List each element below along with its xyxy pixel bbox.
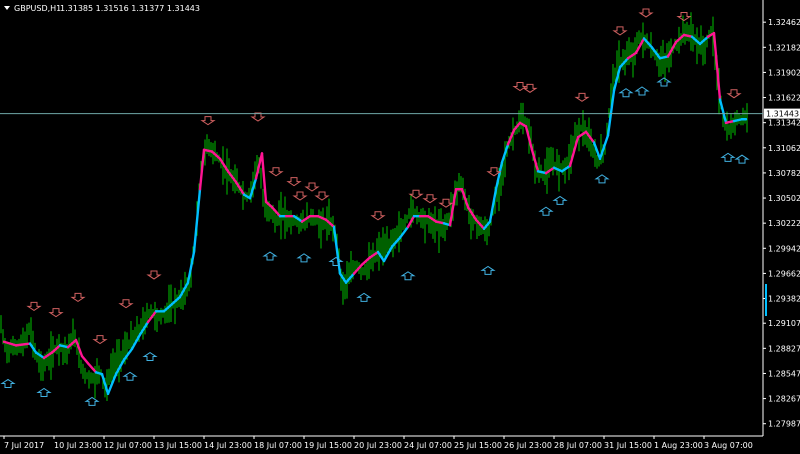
price-scale-label: 1.30222: [768, 219, 800, 228]
time-axis-label: 13 Jul 15:00: [154, 441, 202, 450]
buy-arrow-icon: [720, 152, 736, 162]
sell-arrow-icon: [268, 167, 284, 177]
buy-arrow-icon: [142, 351, 158, 362]
sell-arrow-icon: [70, 292, 86, 303]
buy-arrow-icon: [634, 86, 650, 96]
time-axis-label: 19 Jul 15:00: [304, 441, 352, 450]
sell-arrow-icon: [422, 194, 438, 204]
sell-arrow-icon: [438, 198, 454, 208]
buy-arrow-icon: [328, 256, 344, 266]
buy-arrow-icon: [480, 265, 496, 275]
price-scale-label: 1.31062: [768, 144, 800, 153]
sell-arrow-icon: [146, 270, 162, 280]
price-scale-label: 1.31622: [768, 94, 800, 103]
buy-arrow-icon: [84, 396, 100, 406]
price-scale-label: 1.29382: [768, 295, 800, 304]
signal-line-up-segment: [192, 188, 202, 254]
buy-arrow-icon: [594, 174, 610, 184]
sell-arrow-icon: [522, 83, 538, 93]
buy-arrow-icon: [734, 154, 750, 164]
signal-line-down-segment: [14, 342, 32, 347]
time-axis-label: 10 Jul 23:00: [54, 441, 102, 450]
signal-line-down-segment: [2, 340, 18, 347]
price-scale-label: 1.32462: [768, 18, 800, 27]
buy-arrow-icon: [552, 195, 568, 205]
time-axis-label: 1 Aug 23:00: [654, 441, 703, 450]
sell-arrow-icon: [200, 116, 216, 126]
buy-arrow-icon: [656, 77, 672, 87]
sell-arrow-icon: [638, 8, 654, 18]
sell-arrow-icon: [512, 82, 528, 92]
buy-arrow-icon: [0, 378, 16, 388]
time-axis-label: 18 Jul 07:00: [254, 441, 302, 450]
time-axis-label: 25 Jul 15:00: [454, 441, 502, 450]
sell-arrow-icon: [26, 301, 42, 311]
sell-arrow-icon: [408, 189, 424, 199]
sell-arrow-icon: [48, 308, 64, 318]
buy-arrow-icon: [618, 88, 634, 98]
dropdown-triangle-icon[interactable]: [4, 6, 10, 10]
buy-arrow-icon: [262, 251, 278, 261]
sell-arrow-icon: [726, 89, 742, 99]
symbol-timeframe: GBPUSD,H1: [14, 4, 61, 13]
price-scale-label: 1.28267: [768, 395, 800, 404]
buy-arrow-icon: [36, 387, 52, 397]
price-scale-label: 1.29107: [768, 319, 800, 328]
price-scale-label: 1.32182: [768, 43, 800, 52]
ohlc-values: 1.31385 1.31516 1.31377 1.31443: [60, 4, 200, 13]
sell-arrow-icon: [370, 211, 386, 221]
price-chart[interactable]: 1.31443 1.32462 1.32182 1.31902 1.31622 1.313…: [0, 0, 800, 454]
price-scale-label: 1.31902: [768, 68, 800, 77]
time-axis-label: 31 Jul 15:00: [604, 441, 652, 450]
time-axis-label: 20 Jul 23:00: [354, 441, 402, 450]
time-axis-label: 7 Jul 2017: [4, 441, 44, 450]
sell-arrow-icon: [676, 12, 692, 22]
current-price-label: 1.31443: [766, 110, 799, 119]
time-axis-label: 12 Jul 07:00: [104, 441, 152, 450]
time-axis-label: 28 Jul 07:00: [554, 441, 602, 450]
sell-arrow-icon: [250, 112, 266, 122]
time-axis-label: 26 Jul 23:00: [504, 441, 552, 450]
buy-arrow-icon: [296, 253, 312, 263]
signal-line-down-segment: [80, 354, 90, 365]
price-scale-marker: [765, 284, 767, 316]
price-scale-label: 1.28547: [768, 369, 800, 378]
sell-arrow-icon: [118, 299, 134, 309]
price-scale-label: 1.30782: [768, 169, 800, 178]
time-axis-label: 14 Jul 23:00: [204, 441, 252, 450]
price-scale-label: 1.28827: [768, 344, 800, 353]
price-scale-label: 1.29662: [768, 269, 800, 278]
sell-arrow-icon: [92, 335, 108, 345]
buy-arrow-icon: [356, 292, 372, 302]
sell-arrow-icon: [286, 177, 302, 187]
sell-arrow-icon: [304, 182, 320, 192]
price-scale-label: 1.27987: [768, 420, 800, 429]
price-scale-label: 1.29942: [768, 244, 800, 253]
price-scale-label: 1.31342: [768, 119, 800, 128]
sell-arrow-icon: [574, 92, 590, 102]
time-axis-label: 24 Jul 07:00: [404, 441, 452, 450]
sell-arrow-icon: [314, 191, 330, 201]
buy-arrow-icon: [400, 271, 416, 281]
sell-arrow-icon: [612, 26, 628, 36]
sell-arrow-icon: [292, 191, 308, 201]
buy-arrow-icon: [538, 206, 554, 216]
time-axis-label: 3 Aug 07:00: [704, 441, 753, 450]
price-scale-label: 1.30502: [768, 194, 800, 203]
buy-arrow-icon: [122, 371, 138, 381]
chart-window[interactable]: 1.31443 1.32462 1.32182 1.31902 1.31622 1.313…: [0, 0, 800, 454]
